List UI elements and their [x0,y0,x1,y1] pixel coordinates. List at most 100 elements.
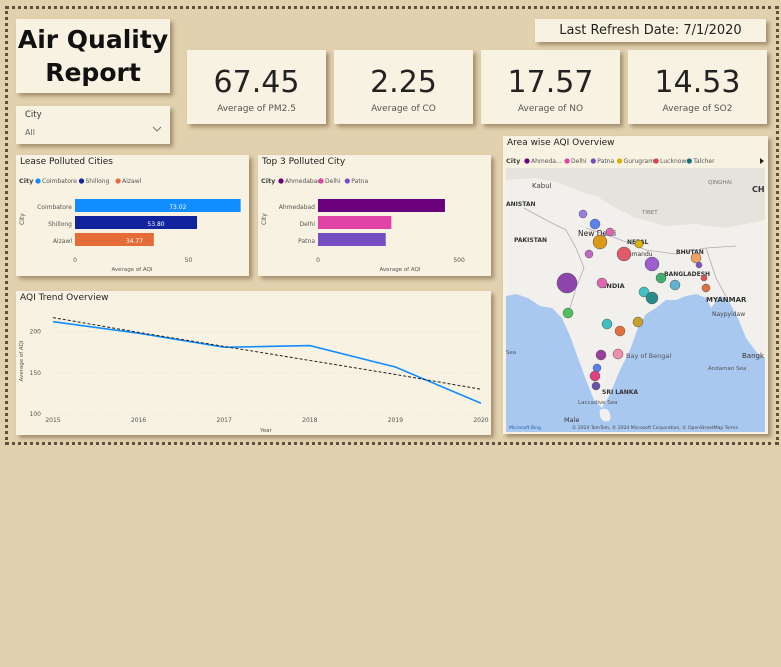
kpi-card-so2[interactable]: 14.53 Average of SO2 [628,50,767,124]
city-bubble[interactable] [695,261,703,269]
map-legend: City Ahmeda... Delhi Patna Gurugram Lucknow T… [506,157,764,165]
x-tick-label: 2015 [45,417,60,424]
kpi-card-no[interactable]: 17.57 Average of NO [481,50,620,124]
category-label: Ahmedabad [279,204,315,211]
map-label: SRI LANKA [602,389,638,396]
data-label: 73.02 [169,204,186,211]
map-attribution[interactable]: © 2024 TomTom, © 2024 Microsoft Corporat… [572,424,739,431]
area-aqi-map[interactable]: Area wise AQI Overview City Ahmeda... Del… [503,136,768,434]
bar[interactable] [75,199,241,212]
chevron-down-icon[interactable] [152,124,162,134]
legend-item[interactable]: Shillong [86,178,110,185]
map-label: Bangk [742,352,765,360]
aqi-trend-svg: Average of AQI 100 150 200 2015 2016 2017 2018… [19,317,489,434]
legend-marker [524,158,530,164]
legend-item[interactable]: Coimbatore [42,178,77,185]
data-label: 53.80 [147,221,164,228]
x-axis-label: Average of AQI [379,267,420,273]
city-bubble[interactable] [595,349,607,361]
x-axis-label: Year [259,428,272,434]
kpi-label: Average of NO [517,104,584,114]
legend-marker [78,178,85,184]
category-label: Aizawl [53,238,73,245]
city-bubble[interactable] [669,279,681,291]
city-bubble[interactable] [701,283,711,293]
kpi-value: 2.25 [370,65,437,100]
legend-item[interactable]: Patna [597,158,614,165]
legend-item[interactable]: Talcher [692,158,715,165]
x-axis-label: Average of AQI [111,267,152,273]
bar[interactable] [318,199,445,212]
city-bubble[interactable] [632,316,644,328]
category-label: Patna [298,238,315,245]
city-bubble[interactable] [589,370,601,382]
x-tick-label: 2017 [217,417,232,424]
city-bubble[interactable] [601,318,613,330]
legend-marker [278,178,284,184]
least-polluted-svg: City Coimbatore Shillong Aizawl City Coimb… [19,177,241,273]
map-label: QINGHAI [708,180,732,186]
aqi-trend-chart[interactable]: AQI Trend Overview Average of AQI 100 150… [16,291,491,435]
city-bubble[interactable] [655,272,667,284]
city-bubble[interactable] [690,252,702,264]
legend-item[interactable]: Gurugram [624,158,655,165]
kpi-value: 67.45 [213,65,300,100]
city-bubble[interactable] [596,277,608,289]
city-bubble[interactable] [589,218,601,230]
city-bubble[interactable] [634,239,644,249]
least-polluted-chart[interactable]: Lease Polluted Cities City Coimbatore Shi… [16,155,249,276]
sri-lanka-land [599,408,611,422]
x-tick-label: 2018 [302,417,317,424]
city-bubble[interactable] [645,291,659,305]
city-bubble[interactable] [616,246,632,262]
city-bubble[interactable] [578,209,588,219]
kpi-card-co[interactable]: 2.25 Average of CO [334,50,473,124]
legend-title: City [261,177,276,185]
city-bubble[interactable] [644,256,660,272]
y-tick-label: 150 [30,370,42,377]
map-canvas[interactable]: Kabul PAKISTAN ANISTAN TIBET QINGHAI CH … [506,168,765,432]
x-tick-label: 2019 [388,417,403,424]
legend-item[interactable]: Lucknow [660,158,686,165]
legend-item[interactable]: Ahmedabad [285,178,321,185]
kpi-card-pm25[interactable]: 67.45 Average of PM2.5 [187,50,326,124]
legend-marker [616,158,623,164]
bar[interactable] [318,233,386,246]
legend-title: City [506,157,521,165]
city-slicer-label: City [25,110,42,120]
map-label: TIBET [641,210,658,216]
city-bubble[interactable] [612,348,624,360]
top-polluted-chart[interactable]: Top 3 Polluted City City Ahmedabad Delhi P… [258,155,491,276]
city-bubble[interactable] [591,381,601,391]
y-tick-label: 200 [30,329,42,336]
legend-item[interactable]: Ahmeda... [531,158,562,165]
city-slicer[interactable]: City All [16,106,170,144]
legend-item[interactable]: Delhi [571,158,587,165]
city-slicer-value[interactable]: All [25,128,35,137]
legend-item[interactable]: Patna [351,178,368,185]
city-bubble[interactable] [562,307,574,319]
map-label: Kabul [532,182,552,190]
trend-line [52,317,482,390]
bar[interactable] [318,216,392,229]
map-label: Sea [506,350,516,356]
city-bubble[interactable] [584,249,594,259]
legend-marker [344,178,350,184]
map-label: Andaman Sea [708,366,746,372]
kpi-label: Average of PM2.5 [217,104,296,114]
bar[interactable] [75,216,198,229]
title-line-2: Report [45,58,141,87]
map-label: ANISTAN [506,201,536,208]
city-bubble[interactable] [605,227,615,237]
aqi-series-line[interactable] [52,320,482,405]
legend-item[interactable]: Aizawl [122,178,142,185]
city-bubble[interactable] [556,272,578,294]
city-bubble[interactable] [592,234,608,250]
y-axis-label: City [261,213,268,225]
city-bubble[interactable] [700,274,708,282]
city-bubble[interactable] [614,325,626,337]
city-bubble[interactable] [592,363,602,373]
legend-next-icon[interactable] [760,158,764,164]
map-label: Bay of Bengal [626,352,671,360]
legend-item[interactable]: Delhi [325,178,341,185]
